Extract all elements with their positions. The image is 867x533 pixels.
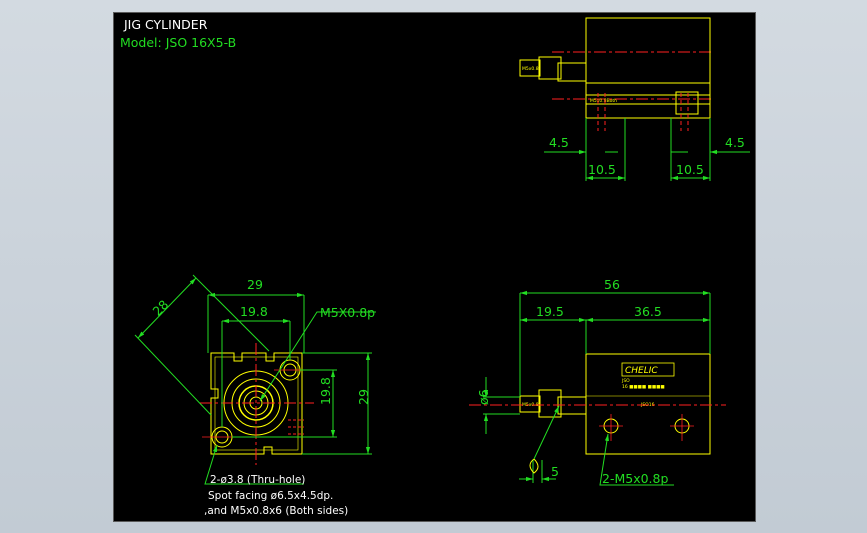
dim-front-width: 29 <box>247 277 263 292</box>
side-view-brand: CHELIC <box>625 366 658 376</box>
top-view-port-label: M5x0.8Both <box>590 98 617 104</box>
side-view-body-line2: 16 ■■■■ ■■■■ <box>622 384 665 390</box>
dim-left-width: 10.5 <box>588 162 616 177</box>
side-view: M5x0.8 CHELIC JSO 16 ■■■■ ■■■■ JSO16 <box>469 277 726 486</box>
top-view-rod-label: M5x0.8 <box>522 66 539 72</box>
drawing-canvas: JIG CYLINDER Model: JSO 16X5-B M5x0.8 M5… <box>120 17 750 517</box>
dim-side-rod-dia: ø6 <box>476 389 491 405</box>
dim-left-offset: 4.5 <box>549 135 569 150</box>
leader-rod-end <box>533 405 560 460</box>
drawing-sheet[interactable]: JIG CYLINDER Model: JSO 16X5-B M5x0.8 M5… <box>113 12 756 522</box>
dim-right-offset: 4.5 <box>725 135 745 150</box>
top-view-rod <box>557 62 587 82</box>
dim-front-diagonal: 28 <box>150 297 172 319</box>
dim-right-width: 10.5 <box>676 162 704 177</box>
dim-front-vertical-hole-spacing: 19.8 <box>318 377 333 405</box>
side-view-body-line1: JSO <box>621 378 630 384</box>
dim-front-height: 29 <box>356 389 371 405</box>
dim-side-end: 5 <box>551 464 559 479</box>
side-port-note: 2-M5x0.8p <box>602 471 668 486</box>
model-label: Model: JSO 16X5-B <box>120 35 236 50</box>
front-note-line1: 2-ø3.8 (Thru-hole) <box>210 474 305 486</box>
front-thread-label: M5X0.8p <box>320 305 375 320</box>
dim-side-rod: 19.5 <box>536 304 564 319</box>
top-view: M5x0.8 M5x0.8Both 4.5 10.5 4.5 10.5 <box>519 17 750 181</box>
cad-viewer: JIG CYLINDER Model: JSO 16X5-B M5x0.8 M5… <box>0 0 867 533</box>
side-view-rod-end-detail <box>529 458 539 474</box>
dim-side-body: 36.5 <box>634 304 662 319</box>
front-view: 29 19.8 28 29 19.8 M5X0.8p 2-ø3.8 (Thru-… <box>134 274 376 517</box>
dim-side-total: 56 <box>604 277 620 292</box>
front-note-line2: Spot facing ø6.5x4.5dp. <box>208 490 333 502</box>
front-note-line3: ,and M5x0.8x6 (Both sides) <box>204 505 348 517</box>
drawing-title: JIG CYLINDER <box>123 17 208 32</box>
front-ext-diag-1 <box>134 334 212 416</box>
dim-front-hole-spacing: 19.8 <box>240 304 268 319</box>
